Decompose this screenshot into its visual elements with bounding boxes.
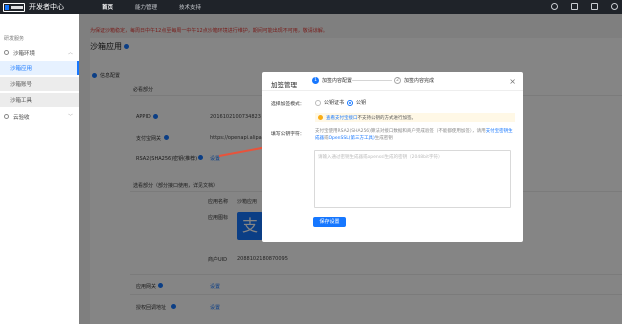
desc-suffix: 生成密钥 xyxy=(374,135,393,141)
modal-title: 加签管理 xyxy=(271,81,297,89)
key-description: 支付宝使用RSA2(SHA256)算法对接口数据和商户完成验签（不能都使用加签）… xyxy=(315,129,515,142)
radio-public-key[interactable]: 公钥 xyxy=(347,99,366,106)
step-complete: 2 加签内容完成 xyxy=(394,77,434,84)
desc-text: 支付宝使用RSA2(SHA256)算法对接口数据和商户完成验签（不能都使用加签）… xyxy=(315,129,486,134)
divider xyxy=(262,90,523,91)
step-number: 1 xyxy=(312,77,319,84)
radio-circle[interactable] xyxy=(315,99,321,106)
radio-label: 公钥证书 xyxy=(324,100,345,106)
warning-tip: 查看支付宝接口 不支持公钥的方式进行加签。 xyxy=(315,113,515,122)
sign-mode-label: 选择加签模式： xyxy=(271,102,305,107)
openssl-link[interactable]: OpenSSL(第三方工具) xyxy=(329,136,375,141)
save-settings-button[interactable]: 保存设置 xyxy=(313,217,346,227)
public-key-textarea[interactable]: 请输入通过密钥生成器或openssl生成的密钥（2048bit字符） xyxy=(314,150,511,208)
sign-management-modal: 加签管理 1 加签内容配置 2 加签内容完成 × 选择加签模式： 公钥证书 公钥… xyxy=(262,72,523,242)
step-label: 加签内容配置 xyxy=(322,78,353,84)
tip-link[interactable]: 查看支付宝接口 xyxy=(326,115,358,121)
radio-public-key-cert[interactable]: 公钥证书 xyxy=(315,99,344,106)
radio-label: 公钥 xyxy=(356,100,367,106)
step-label: 加签内容完成 xyxy=(404,78,435,84)
radio-circle[interactable] xyxy=(347,99,353,106)
close-icon[interactable]: × xyxy=(509,77,516,86)
step-connector xyxy=(352,80,392,81)
step-config: 1 加签内容配置 xyxy=(312,77,352,84)
warning-icon xyxy=(318,115,323,120)
public-key-label: 填写公钥字符： xyxy=(271,132,305,137)
step-number: 2 xyxy=(394,77,401,84)
tip-text: 不支持公钥的方式进行加签。 xyxy=(357,115,417,121)
